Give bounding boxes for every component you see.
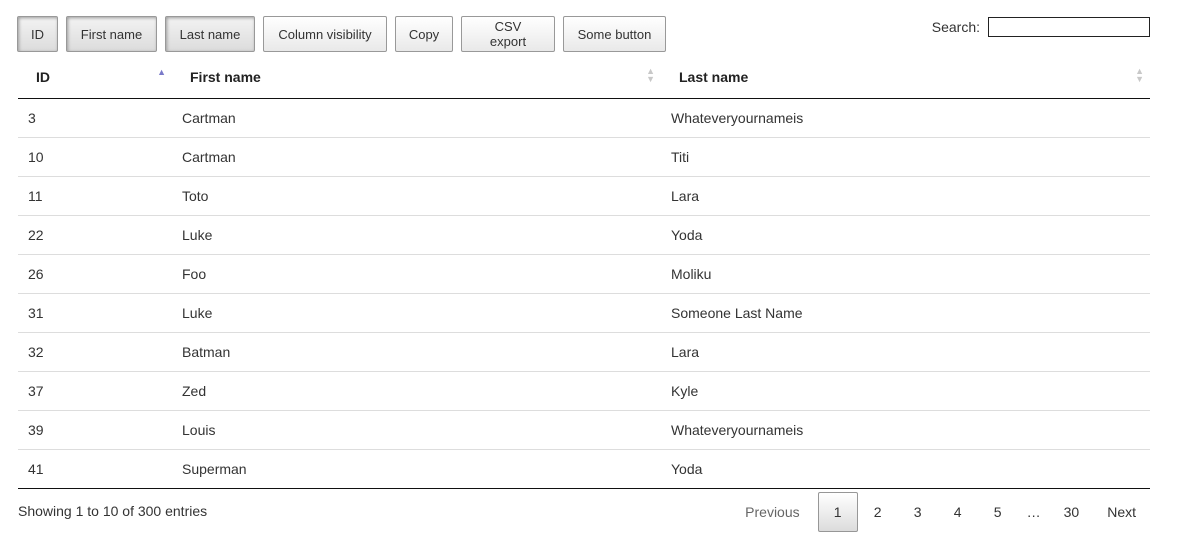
table-row[interactable]: 37 Zed Kyle <box>18 370 1150 410</box>
pagination: Previous 1 2 3 4 5 … 30 Next <box>731 492 1150 532</box>
copy-button[interactable]: Copy <box>395 16 453 52</box>
cell-last-name: Titi <box>661 136 1150 176</box>
cell-last-name: Kyle <box>661 370 1150 410</box>
cell-first-name: Luke <box>172 214 661 254</box>
table-body: 3 Cartman Whateveryournameis 10 Cartman Titi 1… <box>18 98 1150 489</box>
search-label: Search: <box>931 19 980 35</box>
cell-id: 26 <box>18 253 172 293</box>
page-button-3[interactable]: 3 <box>898 492 938 532</box>
cell-id: 37 <box>18 370 172 410</box>
cell-last-name: Lara <box>661 331 1150 371</box>
table-row[interactable]: 31 Luke Someone Last Name <box>18 292 1150 332</box>
cell-last-name: Moliku <box>661 253 1150 293</box>
next-page-button[interactable]: Next <box>1093 492 1150 532</box>
table-row[interactable]: 32 Batman Lara <box>18 331 1150 371</box>
sort-both-icon: ▲ ▼ <box>1135 66 1144 84</box>
column-header-label: First name <box>190 69 261 86</box>
cell-id: 39 <box>18 409 172 449</box>
some-button[interactable]: Some button <box>563 16 666 52</box>
page-button-30[interactable]: 30 <box>1050 492 1094 532</box>
cell-first-name: Zed <box>172 370 661 410</box>
cell-id: 3 <box>28 109 36 126</box>
page-button-5[interactable]: 5 <box>978 492 1018 532</box>
sort-both-icon: ▲ ▼ <box>646 66 655 84</box>
data-table: ID ▲ First name ▲ ▼ Last name ▲ ▼ 3 Cartman… <box>18 57 1150 489</box>
button-toolbar: ID First name Last name Column visibilit… <box>17 16 666 52</box>
csv-export-button[interactable]: CSV export <box>461 16 555 52</box>
cell-id: 41 <box>18 448 172 489</box>
page-button-1[interactable]: 1 <box>817 492 858 532</box>
cell-first-name: Toto <box>172 175 661 215</box>
cell-last-name: Whateveryournameis <box>671 109 804 126</box>
toggle-last-name-column-button[interactable]: Last name <box>165 16 255 52</box>
cell-first-name: Cartman <box>182 109 236 126</box>
table-info: Showing 1 to 10 of 300 entries <box>18 503 208 519</box>
toggle-first-name-column-button[interactable]: First name <box>66 16 157 52</box>
cell-first-name: Superman <box>172 448 661 489</box>
table-row[interactable]: 22 Luke Yoda <box>18 214 1150 254</box>
column-header-label: ID <box>36 69 50 86</box>
table-row[interactable]: 41 Superman Yoda <box>18 448 1150 489</box>
cell-id: 32 <box>18 331 172 371</box>
cell-first-name: Cartman <box>172 136 661 176</box>
cell-first-name: Foo <box>172 253 661 293</box>
page-button-4[interactable]: 4 <box>938 492 978 532</box>
search-input[interactable] <box>988 17 1150 37</box>
cell-last-name: Lara <box>661 175 1150 215</box>
search-box: Search: <box>932 17 1150 37</box>
sort-ascending-icon: ▲ <box>157 67 166 77</box>
cell-first-name: Luke <box>172 292 661 332</box>
column-header-id[interactable]: ID ▲ <box>18 57 172 99</box>
cell-first-name: Batman <box>172 331 661 371</box>
cell-id: 11 <box>18 175 172 215</box>
table-row[interactable]: 10 Cartman Titi <box>18 136 1150 176</box>
page-ellipsis: … <box>1026 504 1041 520</box>
cell-last-name: Yoda <box>661 448 1150 489</box>
cell-last-name: Someone Last Name <box>661 292 1150 332</box>
column-header-first-name[interactable]: First name ▲ ▼ <box>172 57 661 99</box>
toggle-id-column-button[interactable]: ID <box>17 16 58 52</box>
column-header-last-name[interactable]: Last name ▲ ▼ <box>661 57 1150 99</box>
cell-id: 31 <box>18 292 172 332</box>
cell-id: 22 <box>18 214 172 254</box>
table-row[interactable]: 3 Cartman Whateveryournameis <box>18 98 1150 137</box>
table-row[interactable]: 11 Toto Lara <box>18 175 1150 215</box>
column-visibility-button[interactable]: Column visibility <box>263 16 387 52</box>
cell-last-name: Yoda <box>661 214 1150 254</box>
table-row[interactable]: 26 Foo Moliku <box>18 253 1150 293</box>
table-header-row: ID ▲ First name ▲ ▼ Last name ▲ ▼ <box>18 57 1150 99</box>
column-header-label: Last name <box>679 69 749 86</box>
table-row[interactable]: 39 Louis Whateveryournameis <box>18 409 1150 449</box>
cell-id: 10 <box>18 136 172 176</box>
cell-first-name: Louis <box>172 409 661 449</box>
cell-last-name: Whateveryournameis <box>661 409 1150 449</box>
page-button-2[interactable]: 2 <box>858 492 898 532</box>
previous-page-button[interactable]: Previous <box>731 492 813 532</box>
